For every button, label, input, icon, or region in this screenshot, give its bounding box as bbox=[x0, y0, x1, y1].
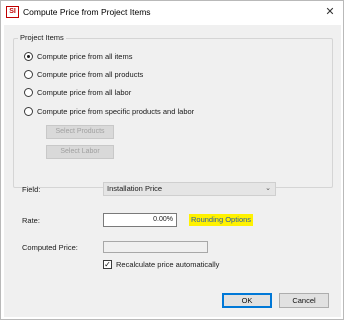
recalculate-label: Recalculate price automatically bbox=[116, 259, 220, 269]
radio-label: Compute price from all labor bbox=[37, 87, 132, 97]
close-icon: ✕ bbox=[325, 6, 335, 18]
radio-specific-products-labor[interactable]: Compute price from specific products and… bbox=[24, 105, 194, 117]
radio-button[interactable] bbox=[24, 69, 33, 79]
radio-label: Compute price from all products bbox=[37, 69, 144, 79]
radio-button[interactable] bbox=[24, 87, 33, 97]
select-products-button[interactable]: Select Products bbox=[46, 125, 114, 139]
title-bar: SI Compute Price from Project Items ✕ bbox=[1, 1, 343, 23]
rate-label: Rate: bbox=[22, 216, 40, 225]
field-dropdown[interactable]: Installation Price ⌄ bbox=[103, 182, 276, 196]
radio-all-items[interactable]: Compute price from all items bbox=[24, 50, 132, 62]
radio-label: Compute price from all items bbox=[37, 51, 133, 61]
cancel-button[interactable]: Cancel bbox=[279, 293, 329, 308]
app-logo-icon: SI bbox=[6, 6, 19, 18]
rate-input[interactable]: 0.00% bbox=[103, 213, 177, 227]
field-dropdown-value: Installation Price bbox=[107, 184, 163, 193]
chevron-down-icon: ⌄ bbox=[265, 185, 271, 192]
computed-price-label: Computed Price: bbox=[22, 243, 78, 252]
recalculate-checkbox-row[interactable]: ✓ Recalculate price automatically bbox=[103, 258, 219, 270]
radio-button[interactable] bbox=[24, 51, 33, 61]
radio-button[interactable] bbox=[24, 106, 33, 116]
select-labor-button[interactable]: Select Labor bbox=[46, 145, 114, 159]
field-label: Field: bbox=[22, 185, 41, 194]
radio-all-labor[interactable]: Compute price from all labor bbox=[24, 86, 131, 98]
ok-button[interactable]: OK bbox=[222, 293, 272, 308]
radio-all-products[interactable]: Compute price from all products bbox=[24, 68, 143, 80]
dialog-title: Compute Price from Project Items bbox=[23, 7, 151, 17]
close-button[interactable]: ✕ bbox=[321, 3, 339, 21]
recalculate-checkbox[interactable]: ✓ bbox=[103, 259, 112, 269]
project-items-label: Project Items bbox=[18, 33, 66, 42]
rounding-options-link[interactable]: Rounding Options bbox=[189, 214, 254, 226]
radio-label: Compute price from specific products and… bbox=[37, 106, 195, 116]
compute-price-dialog: SI Compute Price from Project Items ✕ Pr… bbox=[0, 0, 344, 320]
dialog-body: Project Items Compute price from all ite… bbox=[4, 25, 341, 317]
computed-price-field bbox=[103, 241, 208, 253]
